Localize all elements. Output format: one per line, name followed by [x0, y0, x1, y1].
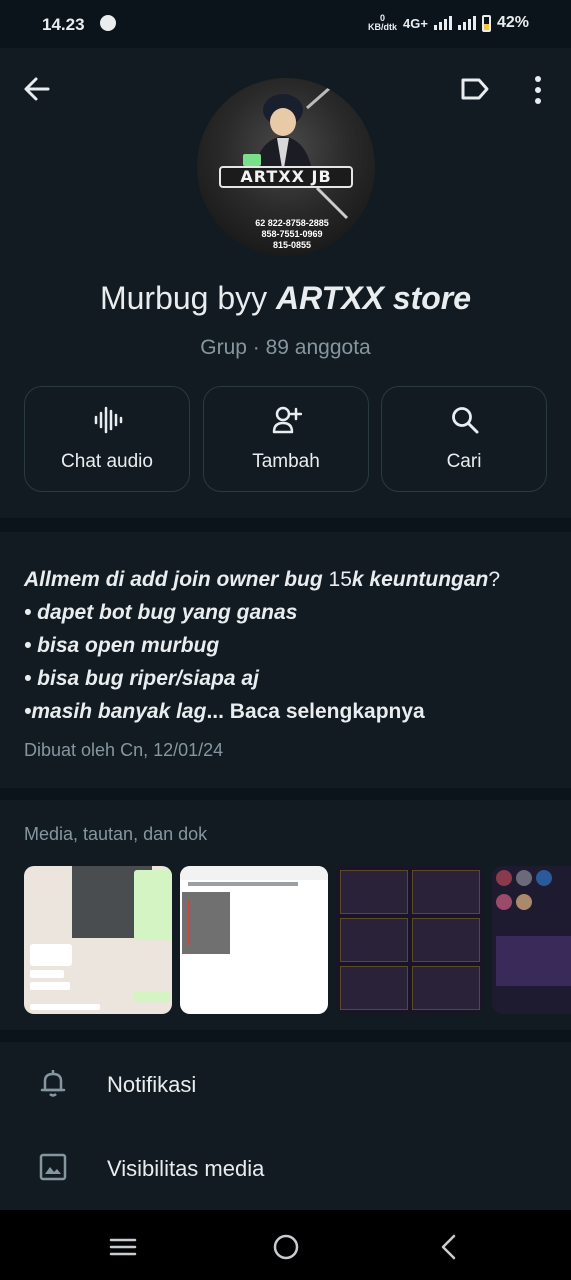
signal-icon: [433, 16, 452, 30]
back-button[interactable]: [20, 72, 54, 106]
search-icon: [452, 407, 479, 434]
media-thumbnail[interactable]: [180, 866, 328, 1014]
settings-list: Notifikasi Visibilitas media: [0, 1042, 571, 1210]
battery-percent: 42%: [496, 14, 529, 31]
network-type: 4G+: [403, 15, 428, 31]
group-header: ARTXX JB 62 822-8758-2885 858-7551-0969 …: [0, 48, 571, 518]
arrow-left-icon: [24, 77, 50, 101]
bell-icon: [40, 1070, 66, 1097]
home-button[interactable]: [271, 1232, 301, 1262]
chat-audio-button[interactable]: Chat audio: [24, 386, 190, 492]
chevron-left-icon: [441, 1234, 456, 1260]
description-line: • bisa open murbug: [24, 634, 220, 657]
whatsapp-notification-icon: [100, 15, 116, 31]
status-indicators: 0 KB/dtk 4G+ 42%: [368, 14, 529, 32]
label-button[interactable]: [459, 74, 491, 104]
media-thumbnail[interactable]: [24, 866, 172, 1014]
description-line: •masih banyak lag... Baca selengkapnya: [24, 700, 425, 723]
home-circle-icon: [273, 1234, 299, 1260]
network-speed: 0 KB/dtk: [368, 13, 398, 32]
group-title: Murbug byy ARTXX store: [99, 280, 472, 316]
back-nav-button[interactable]: [434, 1232, 464, 1262]
description-line: Allmem di add join owner bug 15k keuntun…: [24, 568, 501, 591]
media-visibility-row[interactable]: Visibilitas media: [0, 1126, 571, 1210]
status-bar: 14.23 0 KB/dtk 4G+ 42%: [0, 0, 571, 48]
chat-audio-label: Chat audio: [61, 451, 153, 472]
battery-icon: [481, 14, 491, 32]
audio-wave-icon: [94, 406, 123, 434]
notifications-label: Notifikasi: [107, 1072, 197, 1097]
description-line: • dapet bot bug yang ganas: [24, 601, 298, 624]
avatar-phone: 815-0855: [272, 240, 312, 250]
media-visibility-label: Visibilitas media: [107, 1156, 265, 1181]
media-thumbnail[interactable]: [336, 866, 484, 1014]
group-avatar[interactable]: ARTXX JB 62 822-8758-2885 858-7551-0969 …: [197, 78, 375, 256]
search-label: Cari: [446, 451, 482, 472]
avatar-brand-text: ARTXX JB: [219, 166, 353, 188]
more-vert-icon: [535, 76, 541, 104]
image-icon: [39, 1153, 67, 1181]
recent-apps-button[interactable]: [108, 1232, 138, 1262]
description-line: • bisa bug riper/siapa aj: [24, 667, 259, 690]
description-meta: Dibuat oleh Cn, 12/01/24: [24, 740, 224, 760]
status-time: 14.23: [42, 15, 85, 34]
notifications-row[interactable]: Notifikasi: [0, 1042, 571, 1126]
signal-icon-2: [457, 16, 476, 30]
add-member-button[interactable]: Tambah: [203, 386, 369, 492]
avatar-phone: 858-7551-0969: [261, 229, 323, 239]
avatar-phone: 62 822-8758-2885: [255, 218, 329, 228]
read-more-link[interactable]: ... Baca selengkapnya: [206, 700, 424, 723]
media-thumbnail[interactable]: [492, 866, 571, 1014]
media-section: Media, tautan, dan dok: [0, 800, 571, 1030]
more-options-button[interactable]: [526, 74, 550, 106]
system-nav-bar: [0, 1210, 571, 1280]
media-section-title[interactable]: Media, tautan, dan dok: [24, 824, 207, 845]
label-icon: [461, 78, 489, 100]
add-member-label: Tambah: [252, 451, 320, 472]
group-description[interactable]: Allmem di add join owner bug 15k keuntun…: [0, 532, 571, 788]
search-button[interactable]: Cari: [381, 386, 547, 492]
group-subtitle: Grup · 89 anggota: [200, 336, 371, 359]
add-person-icon: [272, 406, 302, 434]
menu-icon: [109, 1238, 137, 1256]
